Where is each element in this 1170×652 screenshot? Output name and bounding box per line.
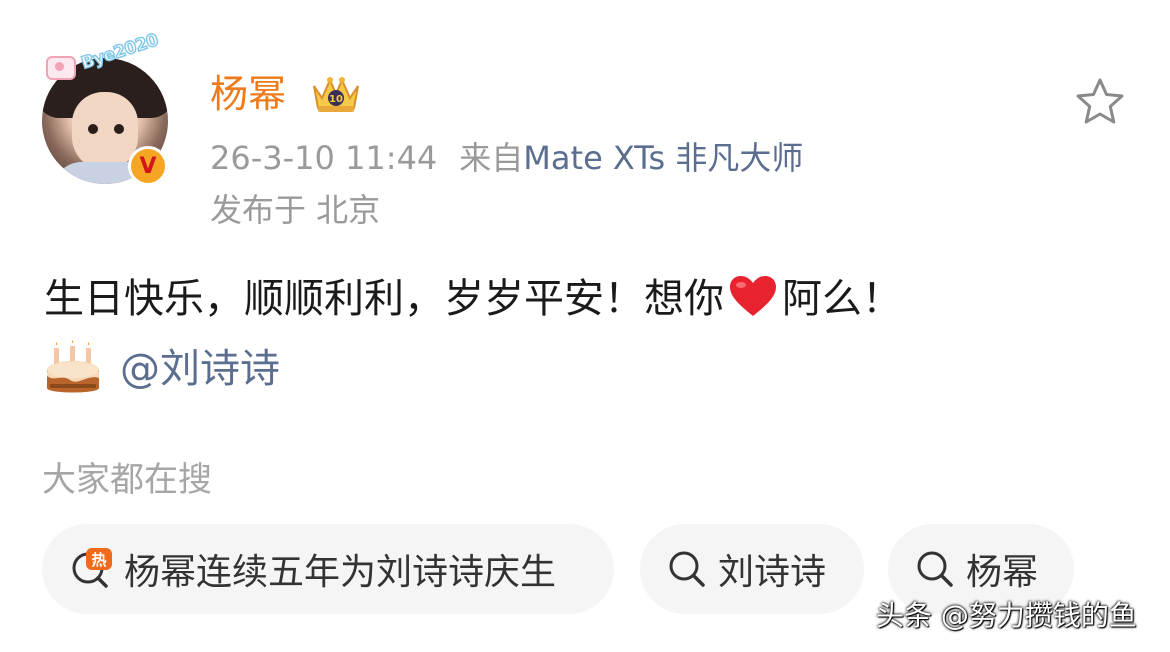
heart-emoji-icon <box>730 276 776 316</box>
search-chip-1[interactable]: 热 杨幂连续五年为刘诗诗庆生 <box>42 524 614 614</box>
search-chip-label: 杨幂连续五年为刘诗诗庆生 <box>124 552 557 593</box>
post-location: 发布于 北京 <box>210 191 381 229</box>
post-text: 生日快乐，顺顺利利，岁岁平安！想你 阿么！ <box>44 272 902 326</box>
search-chip-label: 刘诗诗 <box>718 552 827 593</box>
post-text-tail: 阿么！ <box>782 276 902 322</box>
svg-text:10: 10 <box>329 94 343 105</box>
search-icon <box>917 551 953 587</box>
watermark: 头条 @努力攒钱的鱼 <box>876 599 1137 632</box>
username[interactable]: 杨幂 <box>210 70 286 118</box>
camera-icon <box>46 56 76 80</box>
verified-badge-icon: V <box>128 146 168 186</box>
star-icon[interactable] <box>1074 76 1126 128</box>
search-chip-label: 杨幂 <box>966 552 1039 593</box>
mention-link[interactable]: @刘诗诗 <box>120 342 280 396</box>
cake-emoji-icon <box>47 340 99 393</box>
weibo-post: Bye2020 V 杨幂 10 26-3-10 11:44 来自Mate XTs … <box>0 0 1170 652</box>
avatar-frame-text: Bye2020 <box>78 30 161 75</box>
hot-search-icon: 热 <box>72 548 112 588</box>
post-time: 26-3-10 11:44 <box>210 139 438 177</box>
trending-search-title: 大家都在搜 <box>42 460 212 500</box>
avatar-frame-decoration: Bye2020 <box>46 30 176 84</box>
hot-label: 热 <box>91 551 106 569</box>
post-text-main: 生日快乐，顺顺利利，岁岁平安！想你 <box>44 276 724 322</box>
search-icon <box>669 551 705 587</box>
device-link[interactable]: Mate XTs 非凡大师 <box>523 139 803 177</box>
crown-badge-icon[interactable]: 10 <box>308 72 364 114</box>
post-meta: 26-3-10 11:44 来自Mate XTs 非凡大师 <box>210 138 803 178</box>
search-chip-2[interactable]: 刘诗诗 <box>640 524 864 614</box>
source-prefix: 来自 <box>459 139 524 177</box>
post-line-2: @刘诗诗 <box>44 340 280 398</box>
